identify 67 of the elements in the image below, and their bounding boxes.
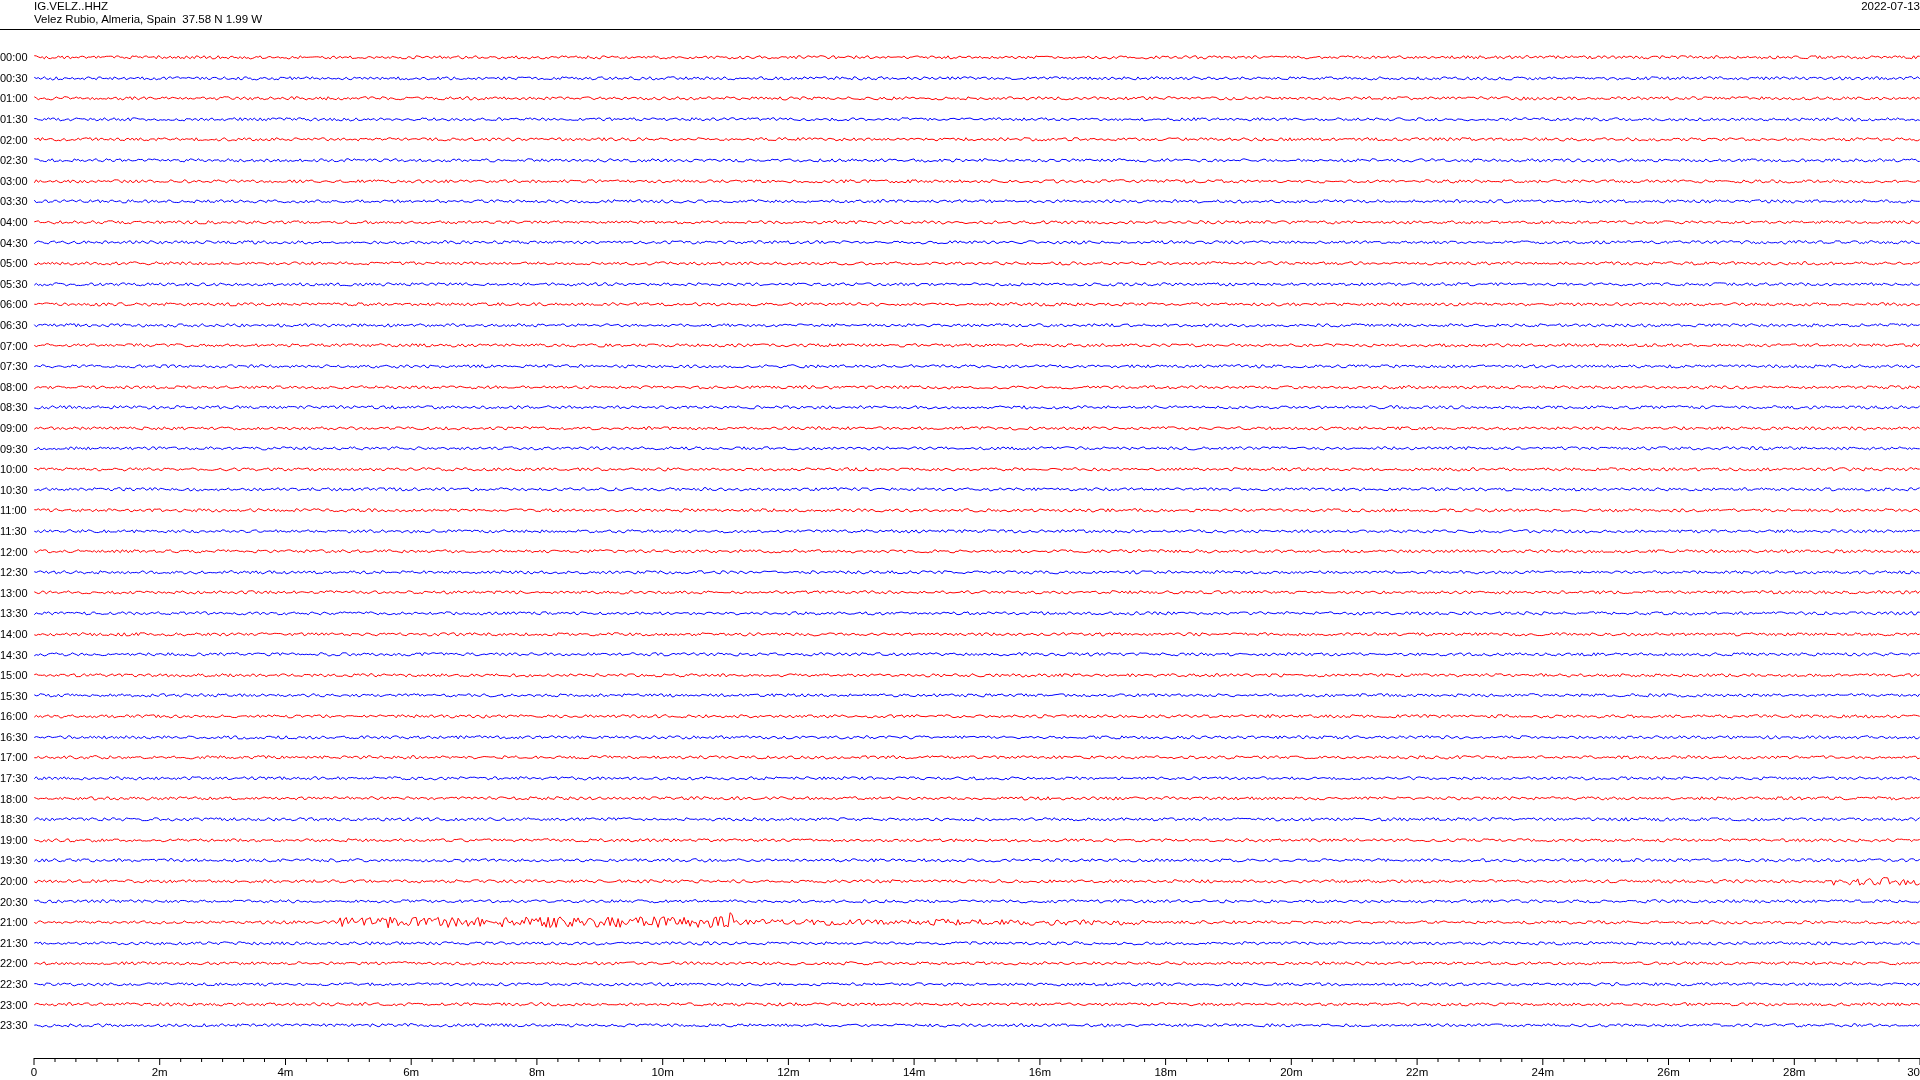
time-label: 21:00 (0, 916, 29, 929)
time-label: 15:00 (0, 669, 29, 682)
time-label: 05:30 (0, 277, 29, 290)
time-label: 05:00 (0, 257, 29, 270)
station-code: IG.VELZ..HHZ (34, 0, 110, 13)
time-label: 00:00 (0, 51, 29, 64)
time-label: 17:00 (0, 751, 29, 764)
time-label: 16:00 (0, 710, 29, 723)
time-label: 19:00 (0, 833, 29, 846)
time-label: 08:30 (0, 401, 29, 414)
axis-label: 10m (651, 1065, 674, 1078)
time-label: 10:00 (0, 463, 29, 476)
time-label: 11:00 (0, 504, 28, 517)
time-label: 22:30 (0, 978, 29, 990)
time-label: 01:30 (0, 113, 29, 126)
axis-label: 2m (151, 1065, 168, 1078)
time-label: 12:00 (0, 545, 29, 558)
time-label: 06:00 (0, 298, 29, 311)
axis-label: 8m (528, 1065, 545, 1078)
time-label: 20:00 (0, 875, 29, 888)
time-label: 20:30 (0, 895, 29, 908)
time-label: 08:00 (0, 380, 29, 393)
time-label: 03:30 (0, 195, 29, 208)
time-label: 23:00 (0, 998, 29, 1011)
time-label: 10:30 (0, 483, 29, 496)
time-label: 07:30 (0, 360, 29, 373)
time-label: 04:00 (0, 216, 29, 229)
time-label: 06:30 (0, 319, 29, 331)
time-label: 01:00 (0, 92, 29, 105)
time-label: 09:30 (0, 442, 29, 455)
time-label: 18:30 (0, 813, 29, 826)
time-label: 19:30 (0, 854, 29, 867)
time-label: 04:30 (0, 236, 29, 249)
axis-label: 16m (1028, 1065, 1052, 1078)
date-label: 2022-07-13 (1861, 0, 1920, 14)
axis-label: 0 (30, 1065, 38, 1078)
time-label: 02:30 (0, 154, 29, 167)
time-label: 16:30 (0, 730, 29, 743)
axis-label: 30 (1907, 1065, 1920, 1078)
time-label: 13:30 (0, 607, 29, 620)
time-label: 13:00 (0, 586, 29, 599)
time-label: 14:00 (0, 627, 29, 640)
time-label: 12:30 (0, 566, 29, 579)
time-label: 07:00 (0, 339, 29, 352)
axis-label: 18m (1154, 1065, 1177, 1078)
time-label: 23:30 (0, 1019, 29, 1032)
axis-label: 22m (1405, 1065, 1429, 1078)
station-location: Velez Rubio, Almeria, Spain 37.58 N 1.99 W (34, 13, 263, 26)
axis-label: 14m (902, 1065, 926, 1078)
axis-label: 6m (403, 1065, 420, 1078)
time-label: 22:00 (0, 957, 29, 970)
time-label: 03:00 (0, 174, 29, 187)
axis-label: 20m (1280, 1065, 1303, 1078)
time-label: 11:30 (0, 524, 28, 537)
time-label: 15:30 (0, 689, 29, 702)
time-label: 18:00 (0, 792, 29, 805)
axis-label: 28m (1783, 1065, 1806, 1078)
axis-label: 4m (277, 1065, 294, 1078)
axis-label: 24m (1531, 1065, 1554, 1078)
time-label: 21:30 (0, 936, 29, 949)
time-label: 14:30 (0, 648, 29, 661)
time-label: 09:00 (0, 422, 29, 434)
time-label: 02:00 (0, 133, 29, 146)
time-label: 00:30 (0, 71, 29, 84)
axis-label: 12m (777, 1065, 800, 1078)
axis-label: 26m (1657, 1065, 1680, 1078)
time-label: 17:30 (0, 772, 29, 785)
